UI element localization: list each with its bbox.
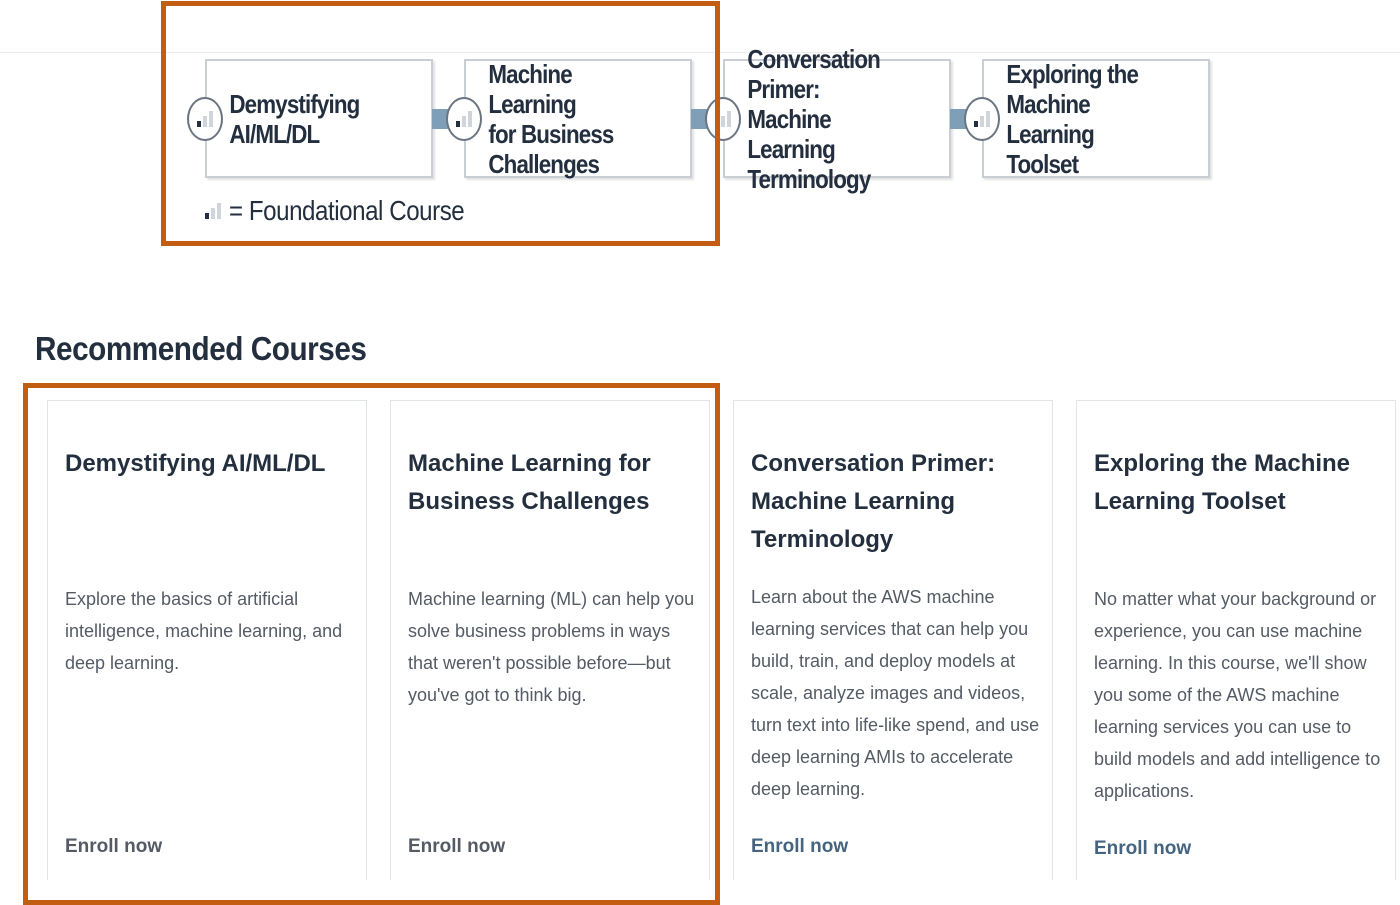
course-card: Conversation Primer: Machine Learning Te… — [733, 400, 1053, 880]
path-course-title: Conversation Primer: Machine Learning Te… — [747, 43, 880, 194]
enroll-now-link[interactable]: Enroll now — [1094, 838, 1191, 860]
path-course-4[interactable]: Exploring the Machine Learning Toolset — [982, 58, 1210, 179]
course-card: Exploring the Machine Learning Toolset N… — [1076, 400, 1396, 880]
course-title: Exploring the Machine Learning Toolset — [1094, 450, 1351, 515]
path-course-title: Exploring the Machine Learning Toolset — [1006, 58, 1139, 179]
course-description: No matter what your background or experi… — [1094, 589, 1381, 801]
path-course-3[interactable]: Conversation Primer: Machine Learning Te… — [723, 44, 951, 194]
enroll-now-link[interactable]: Enroll now — [751, 836, 848, 858]
highlight-box-cards — [23, 383, 720, 905]
course-description: Learn about the AWS machine learning ser… — [751, 587, 1040, 799]
course-title: Conversation Primer: Machine Learning Te… — [751, 450, 996, 553]
section-title: Recommended Courses — [35, 330, 367, 367]
highlight-box-path — [161, 1, 720, 246]
foundational-level-icon — [964, 97, 1000, 141]
